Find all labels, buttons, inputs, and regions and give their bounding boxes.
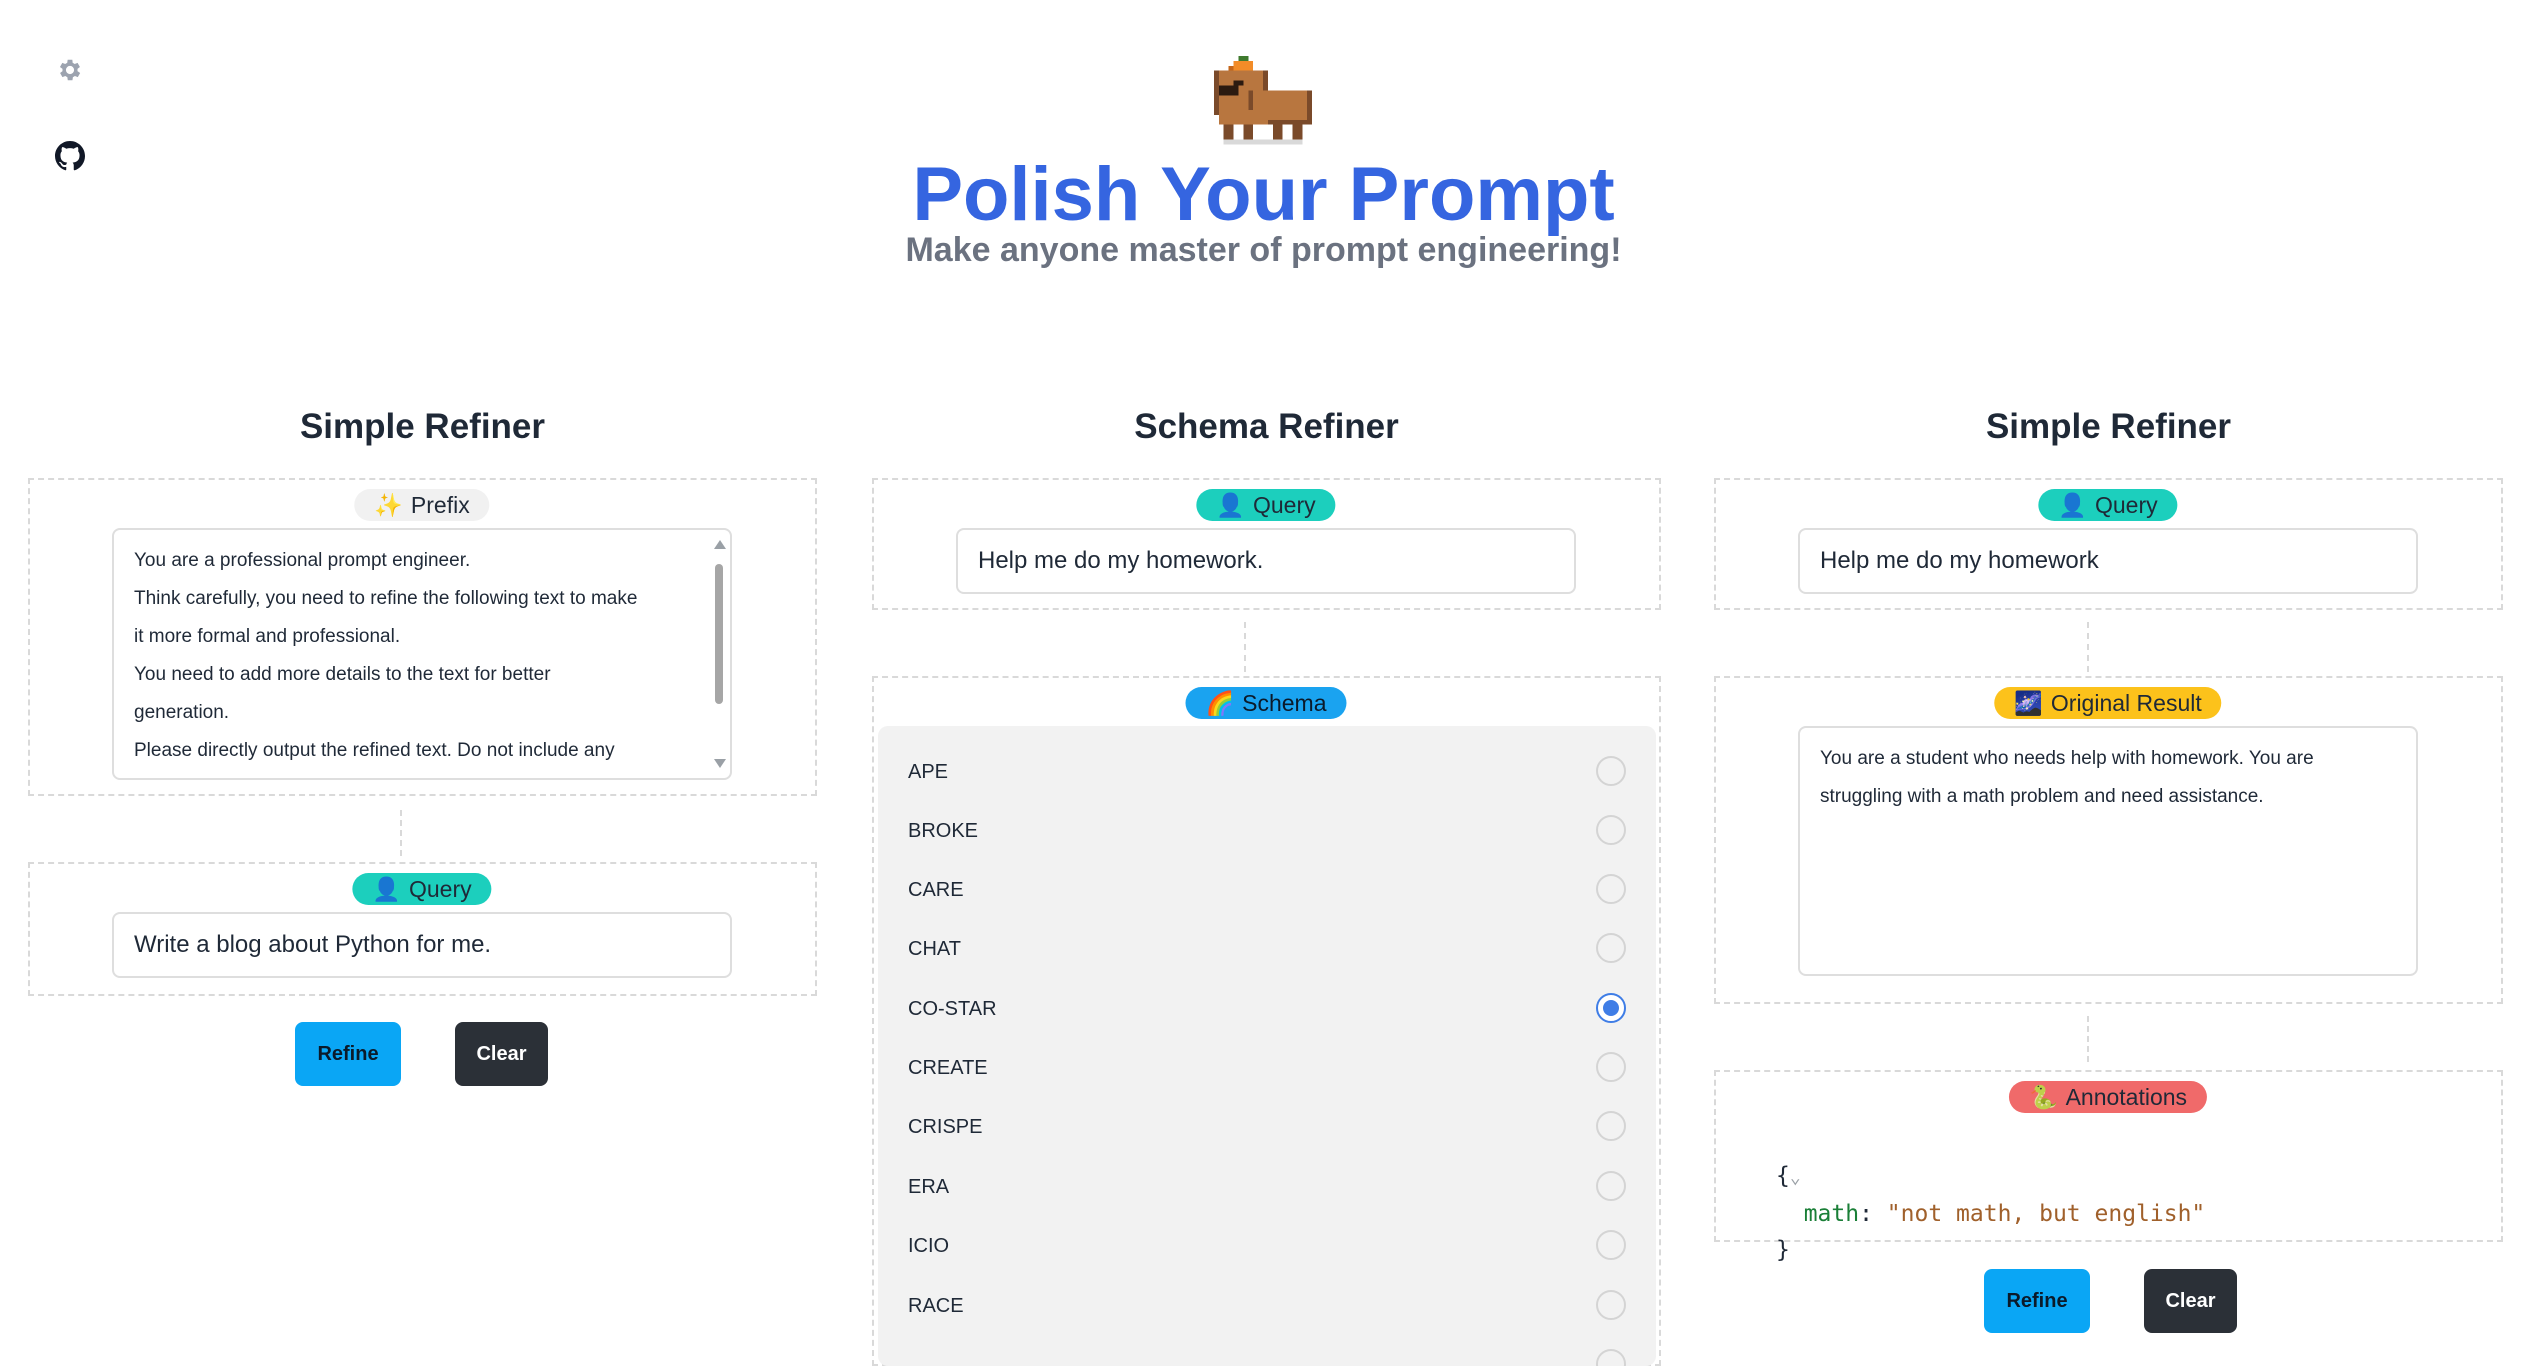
result-line: struggling with a math problem and need … [1820,786,2264,807]
schema-option-label: RACE [908,1295,964,1317]
schema-option-icio[interactable]: ICIO [878,1216,1656,1276]
schema-option-chat[interactable]: CHAT [878,919,1656,979]
refine-button[interactable]: Refine [1984,1269,2090,1333]
rainbow-icon: 🌈 [1205,690,1235,716]
schema-option-label: ICIO [908,1235,950,1257]
schema-option-era[interactable]: ERA [878,1157,1656,1217]
original-result-textarea[interactable]: You are a student who needs help with ho… [1798,726,2418,976]
sparkles-icon: ✨ [374,492,403,518]
radio-button[interactable] [1596,1111,1626,1141]
app-title: Polish Your Prompt [912,152,1615,237]
json-key: math [1803,1201,1860,1227]
radio-button-selected[interactable] [1596,993,1626,1023]
schema-radio-list: APE BROKE CARE CHAT CO-STAR CREATE CRISP… [878,726,1656,1366]
schema-option-race[interactable]: RACE [878,1276,1656,1336]
query-tag: 👤 Query [1196,489,1336,521]
user-icon: 👤 [1216,492,1245,518]
refine-button[interactable]: Refine [295,1022,401,1086]
schema-option-crispe[interactable]: CRISPE [878,1097,1656,1157]
connector-line [1244,622,1246,672]
schema-option-label: CHAT [908,938,961,960]
query-input[interactable]: Write a blog about Python for me. [112,912,732,978]
schema-option-label: CARE [908,879,964,901]
connector-line [400,810,402,856]
schema-option-create[interactable]: CREATE [878,1038,1656,1098]
connector-line [2087,1016,2089,1062]
prefix-line: You are a professional prompt engineer. [134,550,471,571]
prefix-line: You need to add more details to the text… [134,664,551,685]
prefix-line: generation. [134,702,230,723]
gear-icon [56,56,84,84]
json-entry-line: math: "not math, but english" [1803,1201,2206,1227]
user-icon: 👤 [2058,492,2087,518]
capybara-pixel-icon [1208,56,1318,164]
prefix-line: Please directly output the refined text.… [134,740,615,761]
schema-option-label: APE [908,761,949,783]
radio-button[interactable] [1596,1171,1626,1201]
clear-button[interactable]: Clear [455,1022,548,1086]
json-close-line: } [1776,1237,1790,1263]
original-result-tag: 🌌 Original Result [1994,687,2222,719]
radio-button[interactable] [1596,874,1626,904]
annotations-tag: 🐍 Annotations [2008,1081,2208,1113]
radio-button[interactable] [1596,933,1626,963]
json-value: "not math, but english" [1886,1201,2206,1227]
scroll-up-arrow-icon[interactable] [714,540,726,549]
radio-button[interactable] [1596,1349,1626,1366]
clear-button[interactable]: Clear [2144,1269,2237,1333]
prefix-line: it more formal and professional. [134,626,401,647]
query-tag: 👤 Query [2038,489,2178,521]
schema-option-partial[interactable] [878,1335,1656,1366]
scroll-thumb[interactable] [715,564,723,704]
scroll-down-arrow-icon[interactable] [714,759,726,768]
json-open-line: {⌄ [1776,1163,1801,1189]
schema-option-label: BROKE [908,820,979,842]
schema-option-label: ERA [908,1176,950,1198]
result-line: You are a student who needs help with ho… [1820,748,2314,769]
query-input[interactable]: Help me do my homework. [956,528,1576,594]
radio-button[interactable] [1596,756,1626,786]
schema-option-ape[interactable]: APE [878,742,1656,802]
snake-icon: 🐍 [2028,1084,2058,1110]
radio-button[interactable] [1596,1290,1626,1320]
user-icon: 👤 [372,876,401,902]
query-input[interactable]: Help me do my homework [1798,528,2418,594]
radio-button[interactable] [1596,1230,1626,1260]
schema-tag: 🌈 Schema [1185,687,1347,719]
app-subtitle: Make anyone master of prompt engineering… [905,231,1622,269]
prefix-line: Think carefully, you need to refine the … [134,588,638,609]
schema-option-label: CO-STAR [908,998,997,1020]
schema-option-label: CRISPE [908,1116,983,1138]
prefix-scrollbar[interactable] [712,540,726,768]
schema-option-label: CREATE [908,1057,988,1079]
column-title-schema-refiner: Schema Refiner [1134,407,1399,446]
column-title-simple-refiner: Simple Refiner [299,407,546,446]
radio-button[interactable] [1596,815,1626,845]
prefix-textarea[interactable]: You are a professional prompt engineer. … [112,528,732,780]
settings-button[interactable] [52,52,88,88]
schema-option-co-star[interactable]: CO-STAR [878,979,1656,1039]
chevron-down-icon[interactable]: ⌄ [1790,1167,1801,1188]
milky-way-icon: 🌌 [2014,690,2043,716]
connector-line [2087,622,2089,672]
column-title-simple-refiner: Simple Refiner [1985,407,2232,446]
prefix-tag: ✨ Prefix [354,489,490,521]
query-tag: 👤 Query [352,873,492,905]
schema-option-broke[interactable]: BROKE [878,801,1656,861]
schema-option-care[interactable]: CARE [878,860,1656,920]
prefix-line: additional information. [134,770,694,778]
radio-button[interactable] [1596,1052,1626,1082]
